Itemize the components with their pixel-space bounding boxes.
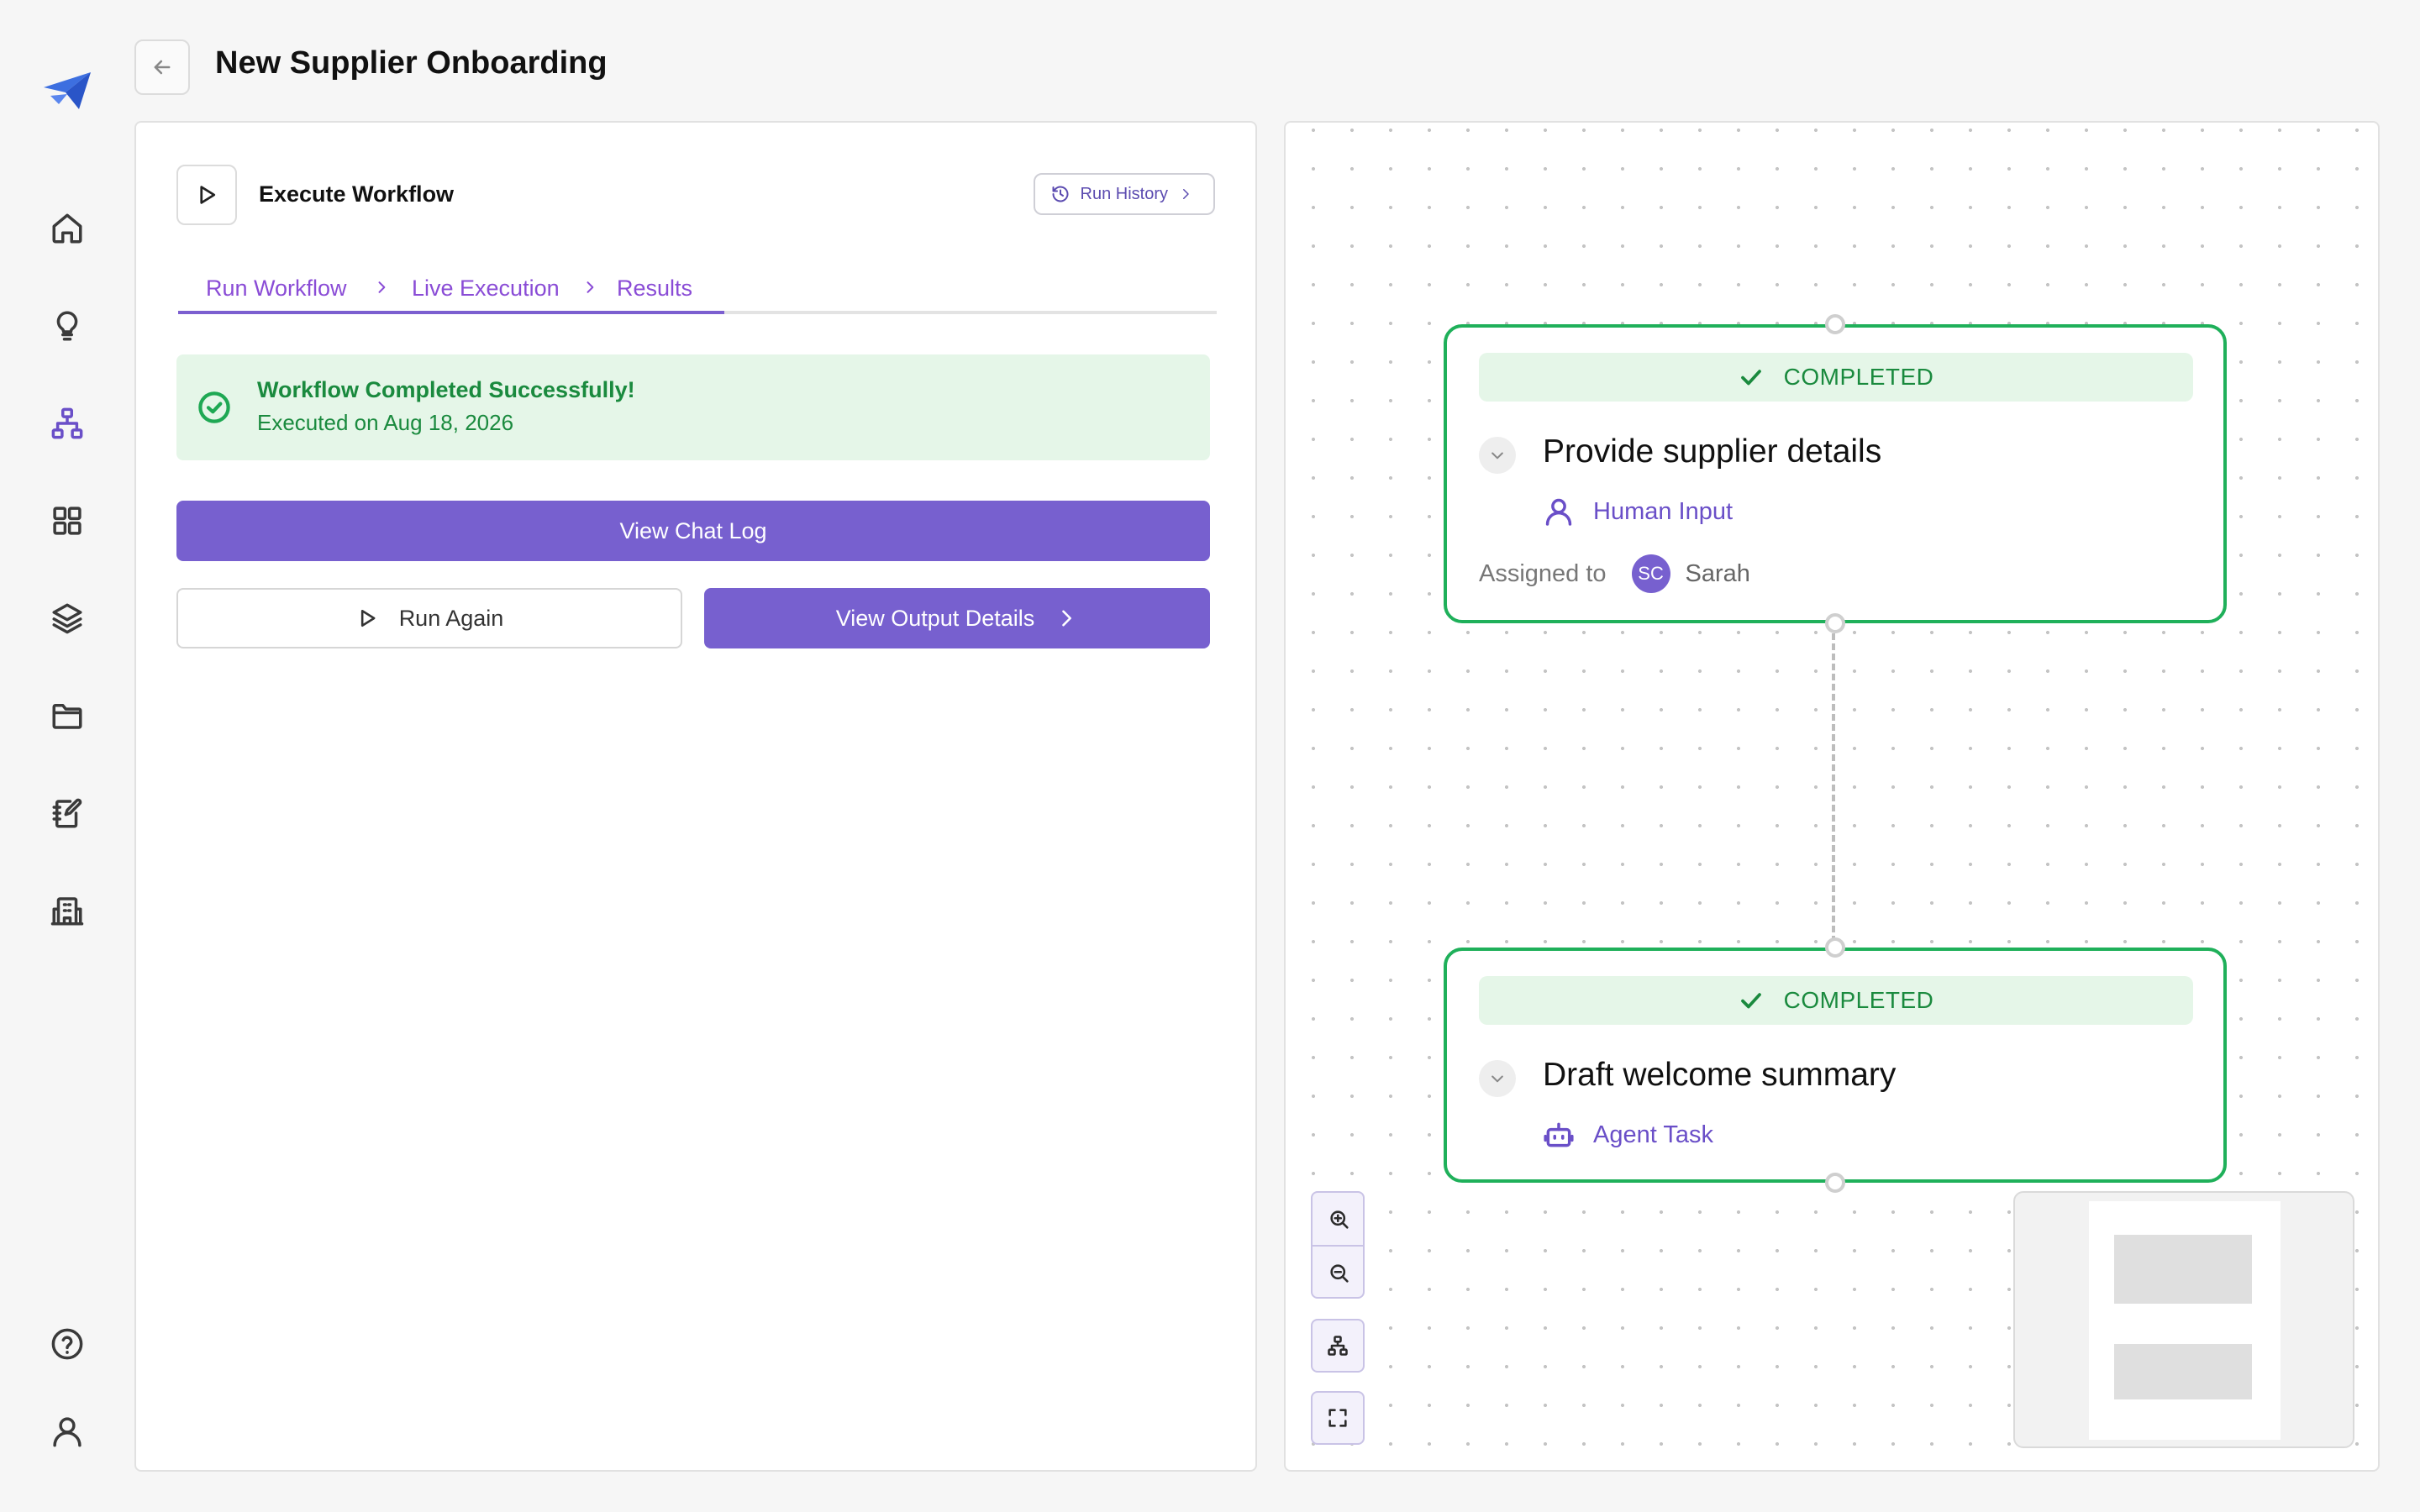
zoom-controls — [1311, 1191, 1365, 1299]
nav-notebook[interactable] — [40, 786, 94, 840]
sidebar — [0, 0, 134, 1512]
check-icon — [1740, 370, 1761, 386]
workflow-node-provide-supplier-details[interactable]: COMPLETED Provide supplier details Human… — [1444, 324, 2227, 623]
chevron-down-icon — [1491, 1075, 1503, 1083]
assignee-name: Sarah — [1685, 559, 1750, 587]
node-output-port[interactable] — [1825, 1173, 1845, 1193]
chevron-right-icon — [373, 279, 390, 296]
node-assignment: Assigned to SC Sarah — [1479, 554, 1750, 593]
workflow-icon — [51, 407, 83, 439]
run-again-label: Run Again — [398, 605, 504, 631]
node-output-port[interactable] — [1825, 613, 1845, 633]
execution-date: Executed on Aug 18, 2026 — [257, 410, 514, 435]
step-live-execution[interactable]: Live Execution — [412, 276, 560, 302]
nav-layers[interactable] — [40, 591, 94, 645]
node-status-badge: COMPLETED — [1479, 976, 2193, 1025]
view-chat-log-label: View Chat Log — [619, 517, 767, 543]
node-connector-edge — [1832, 623, 1835, 942]
panel-title: Execute Workflow — [259, 181, 455, 207]
view-chat-log-button[interactable]: View Chat Log — [176, 501, 1210, 561]
user-icon — [53, 1417, 82, 1447]
node-collapse-toggle[interactable] — [1479, 1060, 1516, 1097]
nav-apps[interactable] — [40, 494, 94, 548]
folder-icon — [52, 704, 82, 729]
workflow-node-draft-welcome-summary[interactable]: COMPLETED Draft welcome summary Agent Ta… — [1444, 948, 2227, 1183]
node-type: Agent Task — [1543, 1119, 1713, 1151]
node-title: Provide supplier details — [1543, 433, 1882, 470]
nav-profile[interactable] — [40, 1404, 94, 1458]
run-again-button[interactable]: Run Again — [176, 588, 682, 648]
auto-layout-button[interactable] — [1311, 1319, 1365, 1373]
node-status-badge: COMPLETED — [1479, 353, 2193, 402]
grid-icon — [53, 507, 82, 535]
workflow-canvas[interactable]: COMPLETED Provide supplier details Human… — [1284, 121, 2380, 1472]
view-output-details-button[interactable]: View Output Details — [704, 588, 1210, 648]
view-output-details-label: View Output Details — [835, 605, 1035, 631]
building-icon — [50, 897, 84, 926]
node-input-port[interactable] — [1825, 314, 1845, 334]
nav-files[interactable] — [40, 689, 94, 743]
execute-icon — [176, 165, 237, 225]
app-logo[interactable] — [42, 71, 92, 113]
minimap[interactable] — [2013, 1191, 2354, 1448]
lightbulb-icon — [56, 311, 78, 341]
step-run-workflow[interactable]: Run Workflow — [206, 276, 347, 302]
chevron-right-icon — [1183, 189, 1189, 199]
nav-help[interactable] — [40, 1317, 94, 1371]
nav-workflows[interactable] — [40, 396, 94, 450]
node-type-label: Agent Task — [1593, 1121, 1713, 1148]
node-type: Human Input — [1543, 496, 1733, 528]
play-icon — [200, 186, 216, 204]
minimap-node — [2114, 1344, 2252, 1399]
history-icon — [1052, 186, 1068, 202]
zoom-in-button[interactable] — [1313, 1193, 1363, 1247]
nav-organization[interactable] — [40, 884, 94, 937]
node-title: Draft welcome summary — [1543, 1057, 1897, 1093]
zoom-out-button[interactable] — [1313, 1247, 1363, 1297]
notebook-edit-icon — [52, 798, 82, 828]
success-alert: Workflow Completed Successfully! Execute… — [176, 354, 1210, 460]
zoom-in-icon — [1330, 1210, 1349, 1229]
auto-layout-icon — [1328, 1336, 1348, 1356]
node-status-label: COMPLETED — [1783, 987, 1934, 1013]
node-collapse-toggle[interactable] — [1479, 437, 1516, 474]
node-type-label: Human Input — [1593, 497, 1733, 525]
chevron-down-icon — [1491, 452, 1503, 459]
nav-ideas[interactable] — [40, 299, 94, 353]
node-input-port[interactable] — [1825, 937, 1845, 958]
execute-workflow-panel: Execute Workflow Run History Run Workflo… — [134, 121, 1257, 1472]
fit-view-icon — [1328, 1409, 1347, 1427]
step-results[interactable]: Results — [617, 276, 692, 302]
avatar: SC — [1631, 554, 1670, 593]
chevron-right-icon — [581, 279, 598, 296]
nav-home[interactable] — [40, 202, 94, 255]
back-button[interactable] — [134, 39, 190, 95]
success-title: Workflow Completed Successfully! — [257, 377, 635, 402]
run-history-button[interactable]: Run History — [1033, 173, 1215, 215]
node-status-label: COMPLETED — [1783, 364, 1934, 390]
check-circle-icon — [197, 390, 232, 425]
check-icon — [1740, 993, 1761, 1009]
bot-icon — [1544, 1122, 1574, 1147]
home-icon — [52, 213, 82, 244]
stepper-progress-bar — [178, 311, 724, 314]
fit-view-button[interactable] — [1311, 1391, 1365, 1445]
page-title: New Supplier Onboarding — [215, 45, 608, 81]
minimap-node — [2114, 1235, 2252, 1304]
arrow-left-icon — [154, 60, 171, 75]
zoom-out-icon — [1330, 1264, 1349, 1283]
play-icon — [360, 609, 376, 627]
layers-icon — [52, 603, 82, 634]
run-history-label: Run History — [1080, 184, 1168, 203]
help-icon — [51, 1328, 83, 1360]
user-icon — [1545, 498, 1572, 526]
chevron-right-icon — [1062, 610, 1072, 627]
stepper: Run Workflow Live Execution Results — [178, 267, 1217, 314]
assigned-to-label: Assigned to — [1479, 559, 1607, 587]
